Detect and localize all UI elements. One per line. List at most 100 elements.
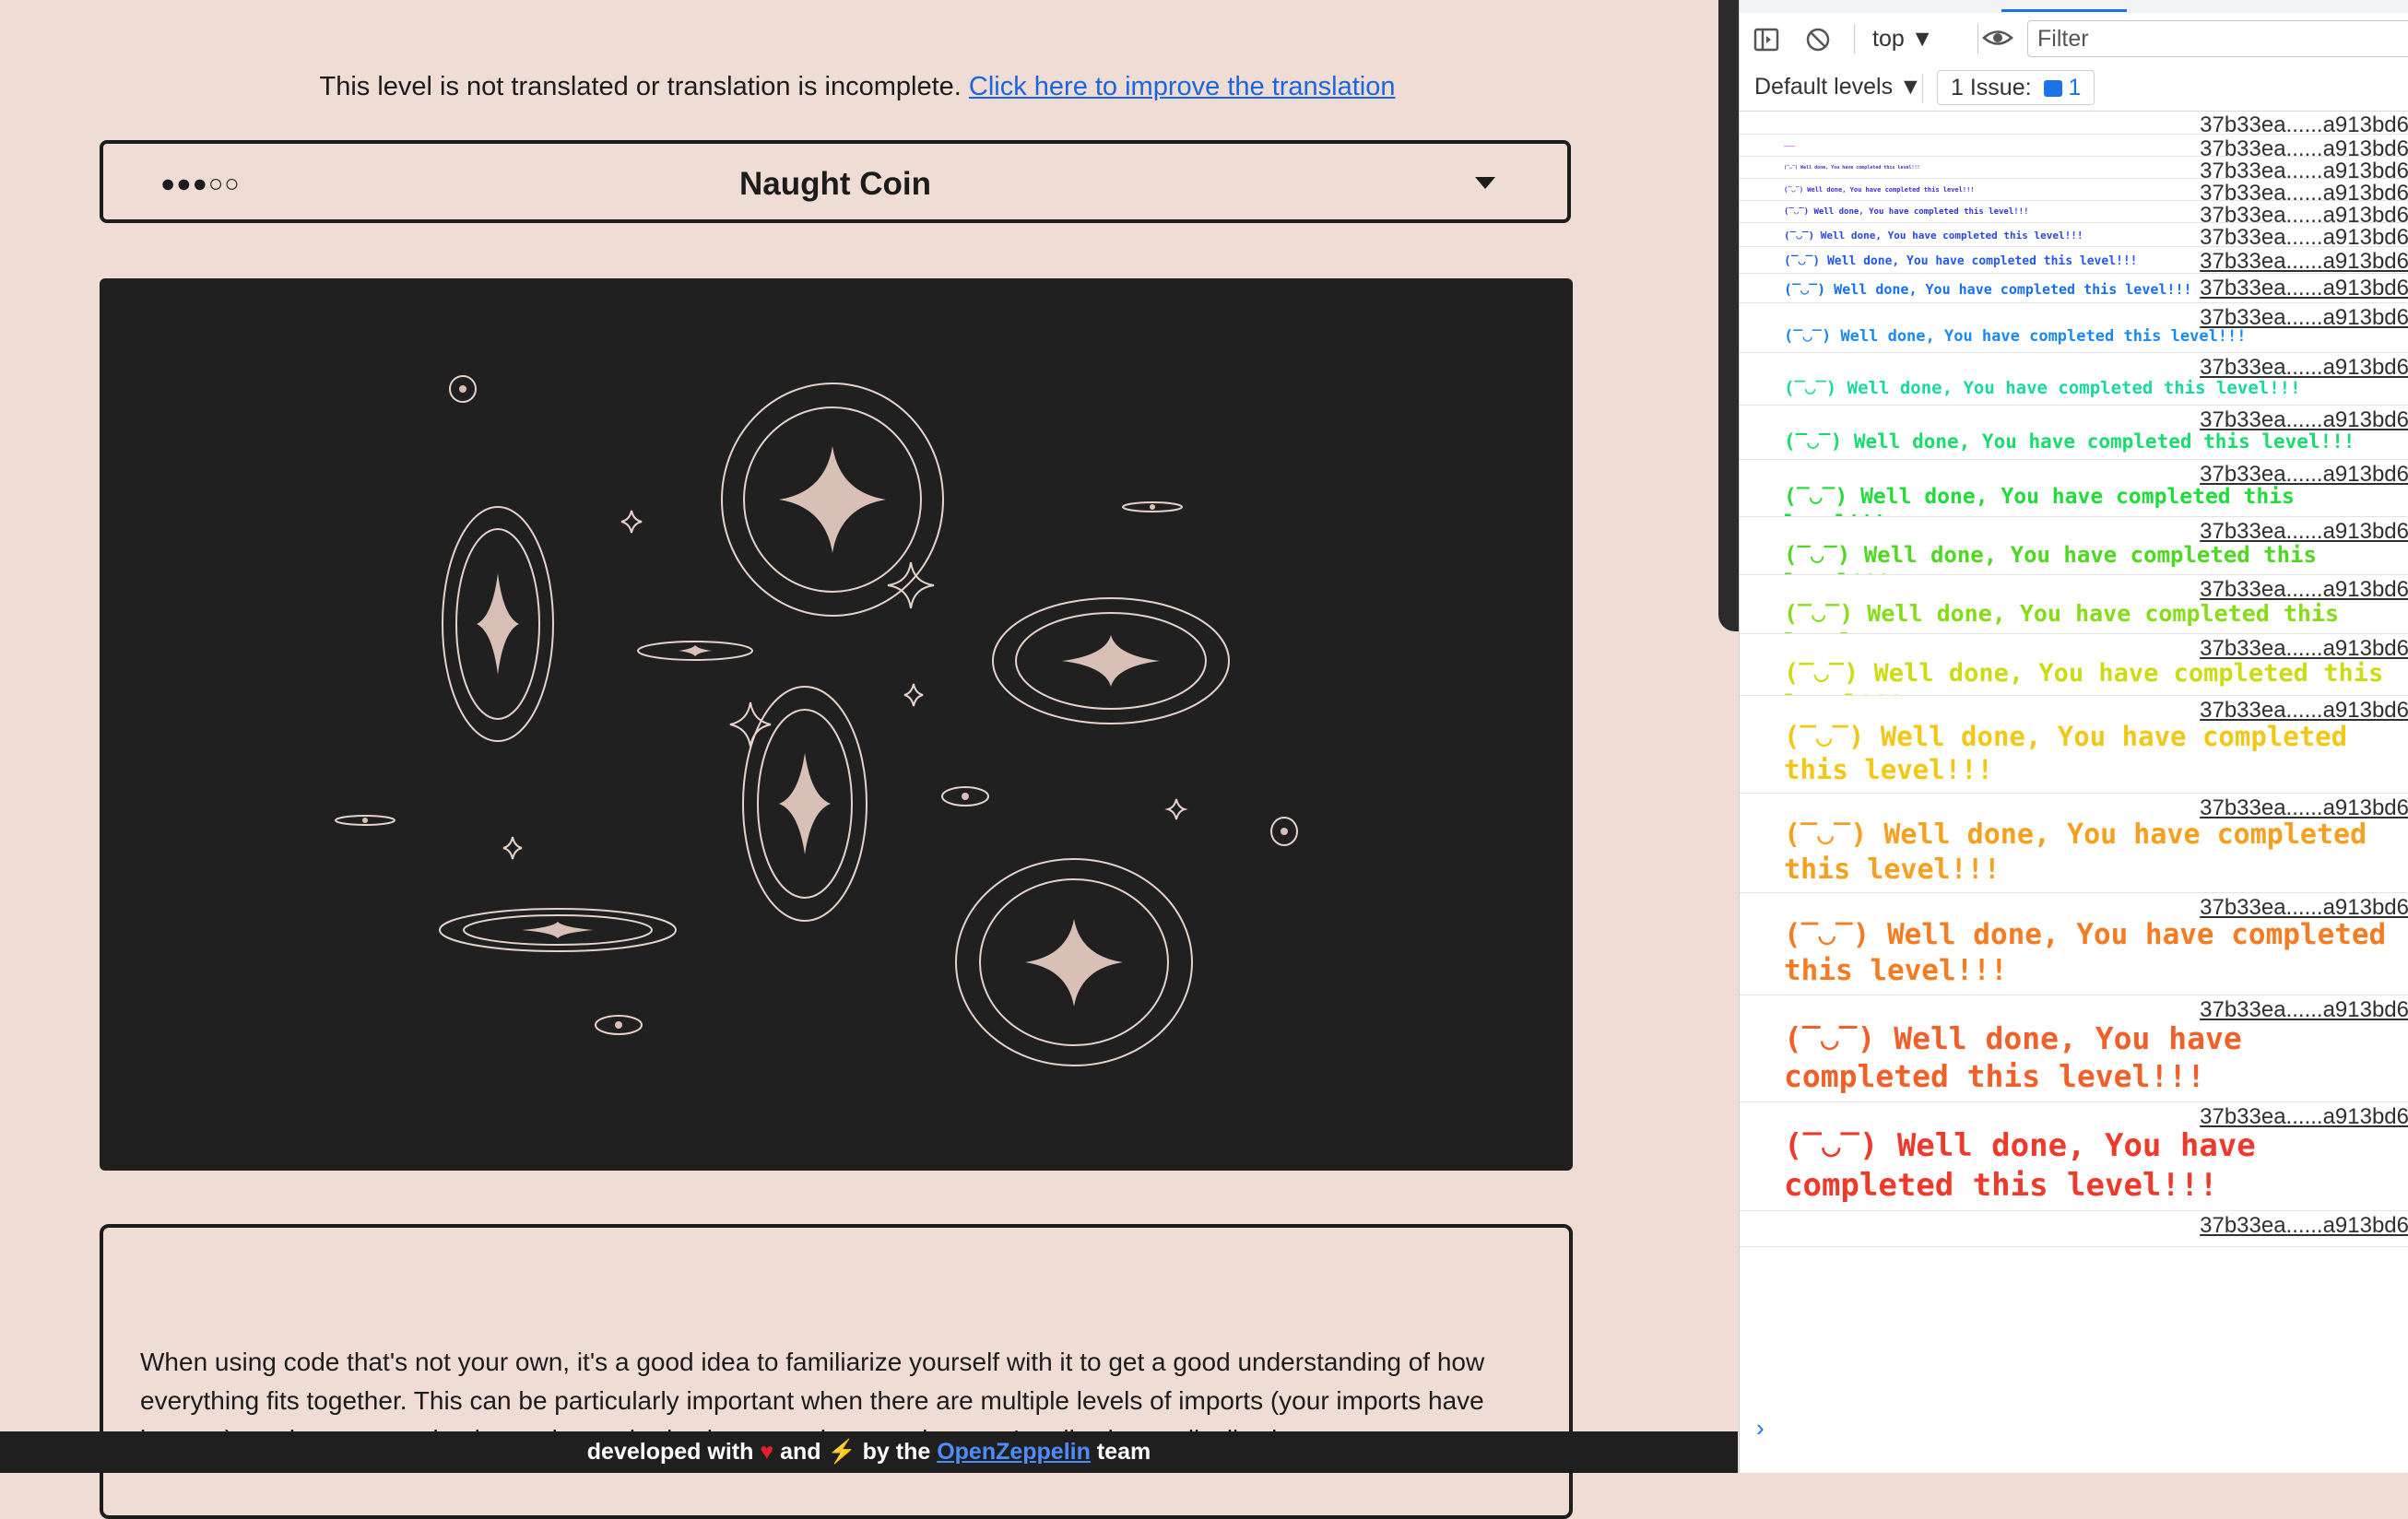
console-message: (‾◡‾) Well done, You have completed this… [1784, 600, 2340, 633]
sparkle-shape [1164, 798, 1188, 820]
console-log-row: 37b33ea......a913bd6 (‾◡‾) Well done, You… [1740, 995, 2408, 1102]
sparkle-shape [962, 793, 969, 800]
log-source-link[interactable]: 37b33ea......a913bd6 [2200, 112, 2408, 134]
level-description-card: When using code that's not your own, it'… [100, 1224, 1573, 1519]
console-log-row: 37b33ea......a913bd6 (‾◡‾) Well done, You… [1740, 460, 2408, 517]
console-log-row: 37b33ea......a913bd6 (‾◡‾) Well done, You… [1740, 517, 2408, 575]
console-log-row: 37b33ea......a913bd6 (‾◡‾) Well done, You… [1740, 893, 2408, 995]
sidebar-toggle-icon[interactable] [1753, 26, 1780, 58]
sparkle-shape [779, 753, 831, 854]
sparkle-shape [1150, 504, 1155, 510]
heart-icon: ♥ [760, 1439, 774, 1465]
console-message: (‾◡‾) Well done, You have completed this… [1784, 485, 2295, 516]
level-title: Naught Coin [738, 166, 932, 202]
sparkle-shape [887, 561, 935, 609]
sparkle-shape [729, 701, 772, 748]
sparkle-shape [1062, 635, 1160, 687]
footer-prefix: developed with [586, 1439, 754, 1465]
console-log-row: 37b33ea......a913bd6 ————— [1740, 135, 2408, 157]
console-message: (‾◡‾) Well done, You have completed this… [1784, 207, 2029, 217]
context-select[interactable]: top ▼ [1872, 26, 1933, 53]
console-message: (‾◡‾) Well done, You have completed this… [1784, 1127, 2275, 1204]
console-message: (‾◡‾) Well done, You have completed this… [1784, 659, 2384, 695]
devtools-tab-strip [1740, 0, 2408, 14]
console-message: (‾◡‾) Well done, You have completed this… [1784, 327, 2247, 346]
console-message: ————— [1784, 144, 1796, 148]
devtools-resize-handle[interactable] [1718, 0, 1739, 631]
console-log-row: 37b33ea......a913bd6 (‾◡‾) Well done, You… [1740, 303, 2408, 353]
improve-translation-link[interactable]: Click here to improve the translation [969, 72, 1396, 101]
translation-notice: This level is not translated or translat… [0, 72, 1715, 102]
console-message: (‾◡‾) Well done, You have completed this… [1784, 378, 2301, 398]
issue-message-icon [2043, 80, 2062, 97]
footer-suffix: team [1096, 1439, 1151, 1465]
openzeppelin-link[interactable]: OpenZeppelin [937, 1439, 1091, 1465]
sparkle-shape [903, 683, 924, 707]
sparkle-shape [362, 818, 368, 823]
toolbar-divider [1854, 24, 1855, 53]
console-prompt-icon[interactable]: › [1756, 1414, 1765, 1442]
console-log-row: 37b33ea......a913bd6 (‾◡‾) Well done, You… [1740, 406, 2408, 460]
console-log-row: 37b33ea......a913bd6 (‾◡‾) Well done, You… [1740, 157, 2408, 179]
console-log-row: 37b33ea......a913bd6 (‾◡‾) Well done, You… [1740, 247, 2408, 274]
toolbar-divider [1977, 24, 1978, 53]
log-source-link[interactable]: 37b33ea......a913bd6 [2200, 1213, 2408, 1239]
log-levels-select[interactable]: Default levels ▼ [1754, 74, 1922, 100]
active-tab-indicator [2001, 9, 2127, 12]
console-levels-toolbar: Default levels ▼ 1 Issue: 1 [1740, 66, 2408, 112]
console-message: (‾◡‾) Well done, You have completed this… [1784, 430, 2355, 453]
console-log-row: 37b33ea......a913bd6 (‾◡‾) Well done, You… [1740, 575, 2408, 634]
console-message: (‾◡‾) Well done, You have completed this… [1784, 721, 2364, 785]
console-message: (‾◡‾) Well done, You have completed this… [1784, 1020, 2260, 1094]
console-log-row: 37b33ea......a913bd6 (‾◡‾) Well done, You… [1740, 1102, 2408, 1211]
console-message: (‾◡‾) Well done, You have completed this… [1784, 165, 1920, 171]
console-toolbar: top ▼ [1740, 13, 2408, 67]
eye-icon[interactable] [1981, 24, 2014, 56]
sparkle-shape [1281, 828, 1288, 835]
sparkle-shape [522, 922, 594, 938]
console-message: (‾◡‾) Well done, You have completed this… [1784, 918, 2403, 987]
devtools-console-panel: top ▼ Default levels ▼ 1 Issue: 1 37b33e… [1739, 0, 2408, 1473]
console-message: (‾◡‾) Well done, You have completed this… [1784, 818, 2384, 886]
console-log-row: 37b33ea......a913bd6 (‾◡‾) Well done, You… [1740, 223, 2408, 247]
console-log-row: 37b33ea......a913bd6 (‾◡‾) Well done, You… [1740, 179, 2408, 201]
sparkle-shape [615, 1021, 622, 1029]
console-log-row: 37b33ea......a913bd6 [1740, 111, 2408, 135]
issues-label: 1 Issue: [1951, 75, 2032, 100]
console-message: (‾◡‾) Well done, You have completed this… [1784, 254, 2138, 268]
console-log-row: 37b33ea......a913bd6 (‾◡‾) Well done, You… [1740, 794, 2408, 893]
console-filter-input[interactable] [2027, 20, 2408, 57]
console-message: (‾◡‾) Well done, You have completed this… [1784, 230, 2083, 241]
console-message: (‾◡‾) Well done, You have completed this… [1784, 542, 2317, 574]
issues-count: 1 [2068, 75, 2082, 100]
footer-and: and [780, 1439, 821, 1465]
sparkle-shape [459, 385, 466, 393]
sparkle-shape [477, 573, 519, 675]
console-log-row: 37b33ea......a913bd6 (‾◡‾) Well done, You… [1740, 274, 2408, 303]
sparkle-shape [779, 446, 886, 553]
console-log-row: 37b33ea......a913bd6 (‾◡‾) Well done, You… [1740, 696, 2408, 794]
sparkle-shape [679, 645, 712, 656]
sparkle-shape [1025, 919, 1123, 1007]
console-log-row: 37b33ea......a913bd6 (‾◡‾) Well done, You… [1740, 353, 2408, 406]
footer: developed with ♥ and ⚡ by the OpenZeppel… [0, 1431, 1738, 1473]
issues-button[interactable]: 1 Issue: 1 [1937, 70, 2095, 105]
console-log-row: 37b33ea......a913bd6 (‾◡‾) Well done, You… [1740, 201, 2408, 223]
sparkle-shape [620, 510, 643, 534]
level-selector-dropdown[interactable]: ●●●○○ Naught Coin [100, 140, 1571, 223]
lightning-icon: ⚡ [827, 1439, 856, 1465]
console-messages: 37b33ea......a913bd6 37b33ea......a913bd6… [1740, 111, 2408, 1247]
console-log-row: 37b33ea......a913bd6 (‾◡‾) Well done, You… [1740, 634, 2408, 696]
translation-notice-text: This level is not translated or translat… [319, 72, 962, 101]
sparkle-shape [502, 836, 523, 860]
clear-console-icon[interactable] [1804, 26, 1832, 58]
console-message: (‾◡‾) Well done, You have completed this… [1784, 186, 1975, 194]
level-page: This level is not translated or translat… [0, 0, 1738, 1519]
toolbar-divider [1922, 74, 1923, 103]
footer-by-the: by the [862, 1439, 931, 1465]
console-message: (‾◡‾) Well done, You have completed this… [1784, 281, 2192, 298]
coins-illustration [335, 375, 1298, 1066]
console-log-row: 37b33ea......a913bd6 [1740, 1211, 2408, 1247]
level-illustration [100, 278, 1573, 1171]
chevron-down-icon [1475, 177, 1495, 189]
